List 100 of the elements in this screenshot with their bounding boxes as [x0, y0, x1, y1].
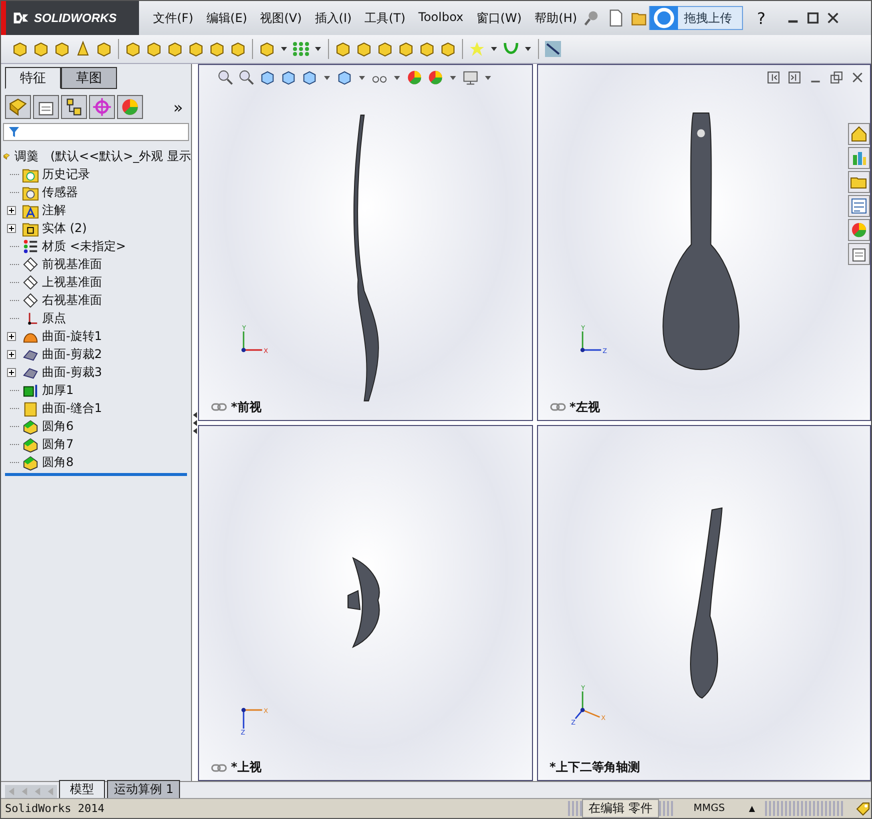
feature-tool-icon[interactable] [334, 40, 352, 58]
menu-item[interactable]: 工具(T) [364, 10, 406, 26]
feature-tool-icon[interactable] [124, 40, 142, 58]
ds-logo-icon [12, 10, 30, 26]
expand-icon[interactable] [7, 332, 16, 340]
filter-field[interactable] [3, 123, 189, 141]
menu-item[interactable]: 窗口(W) [476, 10, 522, 26]
feature-tool-icon[interactable] [258, 40, 276, 58]
restore-icon[interactable] [830, 71, 843, 84]
dropdown-arrow-icon[interactable] [485, 76, 491, 80]
panel-tab[interactable]: 草图 [61, 67, 117, 89]
tag-icon[interactable] [855, 800, 871, 816]
feature-tool-icon[interactable] [166, 40, 184, 58]
tree-item[interactable]: 传感器 [42, 184, 78, 200]
view-palette-icon[interactable] [848, 195, 870, 217]
zoom-icon[interactable] [238, 69, 255, 86]
zoom-icon[interactable] [217, 69, 234, 86]
configuration-manager-icon[interactable] [61, 95, 87, 119]
menu-item[interactable]: 插入(I) [314, 10, 352, 26]
dropdown-arrow-icon[interactable] [491, 47, 497, 51]
home-icon[interactable] [848, 123, 870, 145]
bottom-tab[interactable]: 运动算例 1 [107, 780, 180, 798]
help-button[interactable]: ? [757, 8, 766, 28]
menu-item[interactable]: 视图(V) [260, 10, 302, 26]
units-status[interactable]: MMGS [673, 803, 745, 814]
feature-tool-icon[interactable] [145, 40, 163, 58]
dropdown-arrow-icon[interactable] [394, 76, 400, 80]
dropdown-arrow-icon[interactable] [281, 47, 287, 51]
expand-icon[interactable] [7, 350, 16, 358]
maximize-icon[interactable] [806, 11, 820, 25]
view-cube-icon[interactable] [280, 69, 297, 86]
feature-tool-icon[interactable] [229, 40, 247, 58]
view-label: *左视 [570, 398, 600, 416]
feature-tool-icon[interactable] [397, 40, 415, 58]
menu-item[interactable]: 帮助(H) [534, 10, 578, 26]
tree-item[interactable]: 圆角7 [42, 436, 74, 452]
grip-handle [568, 801, 582, 816]
feature-tool-icon[interactable] [418, 40, 436, 58]
property-manager-icon[interactable] [33, 95, 59, 119]
feature-tool-icon[interactable] [208, 40, 226, 58]
tree-item[interactable]: 圆角6 [42, 418, 74, 434]
upload-button[interactable]: 拖拽上传 [649, 6, 744, 30]
tree-item[interactable]: 调羹 [14, 148, 38, 164]
dropdown-arrow-icon[interactable] [525, 47, 531, 51]
view-cube-icon[interactable] [336, 69, 353, 86]
close-icon[interactable] [826, 11, 840, 25]
link-icon[interactable] [211, 764, 227, 772]
menu-item[interactable]: 文件(F) [153, 10, 194, 26]
folder-icon[interactable] [848, 171, 870, 193]
expand-icon[interactable] [7, 224, 16, 232]
tree-item[interactable]: 曲面-剪裁3 [42, 364, 102, 380]
feature-tool-icon[interactable] [355, 40, 373, 58]
close-icon[interactable] [851, 71, 864, 84]
tree-item[interactable]: 材质 <未指定> [42, 238, 126, 254]
view-cube-icon[interactable] [259, 69, 276, 86]
dropdown-arrow-icon[interactable] [315, 47, 321, 51]
units-menu-arrow[interactable]: ▲ [748, 804, 755, 813]
feature-manager-icon[interactable] [5, 95, 31, 119]
tree-item[interactable]: 曲面-缝合1 [42, 400, 102, 416]
crosshair-icon[interactable] [89, 95, 115, 119]
link-icon[interactable] [550, 403, 566, 411]
more-tabs-button[interactable]: » [173, 98, 187, 116]
dropdown-arrow-icon[interactable] [450, 76, 456, 80]
feature-tool-icon[interactable] [53, 40, 71, 58]
menu-item[interactable]: 编辑(E) [206, 10, 248, 26]
feature-tool-icon[interactable] [544, 40, 562, 58]
feature-tool-icon[interactable] [32, 40, 50, 58]
grip-handle [659, 801, 674, 816]
dropdown-arrow-icon[interactable] [359, 76, 365, 80]
feature-tool-icon[interactable] [376, 40, 394, 58]
feature-tool-icon[interactable] [187, 40, 205, 58]
tree-item[interactable]: 实体 (2) [42, 220, 87, 236]
tree-item[interactable]: 历史记录 [42, 166, 90, 182]
tile-right-icon[interactable] [788, 71, 801, 84]
tile-left-icon[interactable] [767, 71, 780, 84]
appearance-ball-icon[interactable] [427, 69, 444, 86]
custom-properties-icon[interactable] [848, 243, 870, 265]
feature-tool-icon[interactable] [11, 40, 29, 58]
tree-item[interactable]: 注解 [42, 202, 66, 218]
feature-tool-icon[interactable] [95, 40, 113, 58]
link-icon[interactable] [211, 403, 227, 411]
menu-item[interactable]: Toolbox [418, 10, 464, 26]
expand-icon[interactable] [7, 368, 16, 376]
dropdown-arrow-icon[interactable] [324, 76, 330, 80]
design-library-icon[interactable] [848, 147, 870, 169]
panel-tab[interactable]: 特征 [5, 67, 61, 89]
expand-icon[interactable] [7, 206, 16, 214]
tree-item[interactable]: 曲面-剪裁2 [42, 346, 102, 362]
tree-item[interactable]: 原点 [42, 310, 66, 326]
bottom-tab[interactable]: 模型 [59, 780, 105, 798]
monitor-icon[interactable] [462, 69, 479, 86]
tree-item[interactable]: 加厚1 [42, 382, 74, 398]
feature-tool-icon[interactable] [439, 40, 457, 58]
tree-item[interactable]: 上视基准面 [42, 274, 102, 290]
appearance-ball-icon[interactable] [406, 69, 423, 86]
tree-item[interactable]: 前视基准面 [42, 256, 102, 272]
tree-item[interactable]: 右视基准面 [42, 292, 102, 308]
tree-item[interactable]: 曲面-旋转1 [42, 328, 102, 344]
view-cube-icon[interactable] [301, 69, 318, 86]
tree-item[interactable]: 圆角8 [42, 454, 74, 470]
